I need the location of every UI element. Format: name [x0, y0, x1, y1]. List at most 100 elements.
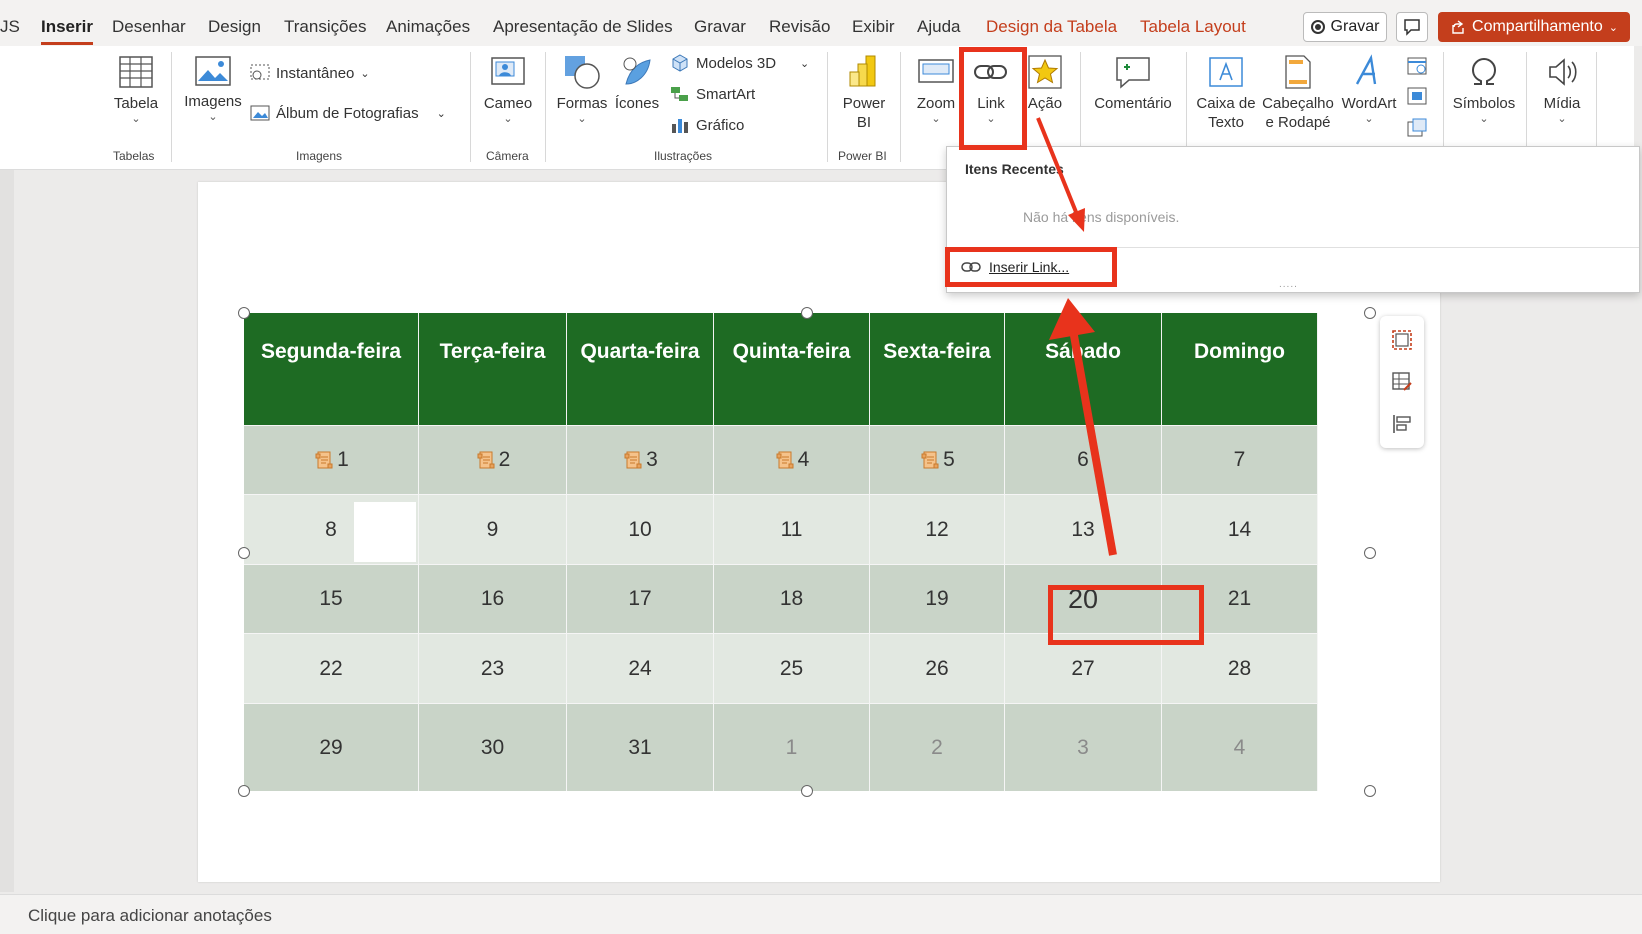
resize-handle-top-left[interactable] — [238, 307, 250, 319]
resize-handle-bottom[interactable] — [801, 785, 813, 797]
table-cell[interactable]: 18 — [714, 564, 870, 633]
table-cell[interactable]: 3 — [1005, 703, 1162, 791]
3d-models-button[interactable]: Modelos 3D ⌄ — [670, 53, 809, 73]
notes-pane[interactable]: Clique para adicionar anotações — [0, 894, 1642, 934]
cell-value: 27 — [1071, 656, 1095, 680]
table-cell[interactable]: 2 — [870, 703, 1005, 791]
table-cell[interactable]: 2 — [419, 425, 567, 494]
table-layout-icon[interactable] — [1390, 412, 1414, 436]
table-header-cell[interactable]: Terça-feira — [419, 313, 567, 425]
shapes-button[interactable]: Formas ⌄ — [554, 54, 610, 125]
tab-transicoes[interactable]: Transições — [284, 17, 367, 37]
table-select-icon[interactable] — [1390, 328, 1414, 352]
table-cell[interactable]: 28 — [1162, 633, 1318, 703]
resize-handle-right[interactable] — [1364, 547, 1376, 559]
zoom-button[interactable]: Zoom ⌄ — [908, 54, 964, 125]
resize-handle-top[interactable] — [801, 307, 813, 319]
tab-inserir[interactable]: Inserir — [41, 17, 93, 45]
smartart-button[interactable]: SmartArt — [670, 85, 755, 103]
resize-grip[interactable]: ..... — [1279, 279, 1298, 290]
icons-button[interactable]: Ícones — [612, 54, 662, 113]
table-header-cell[interactable]: Segunda-feira — [244, 313, 419, 425]
table-cell[interactable]: 4 — [714, 425, 870, 494]
table-cell[interactable]: 1 — [714, 703, 870, 791]
tab-design-tabela[interactable]: Design da Tabela — [986, 17, 1117, 37]
table-cell[interactable]: 15 — [244, 564, 419, 633]
table-cell[interactable]: 9 — [419, 494, 567, 564]
table-header-cell[interactable]: Quinta-feira — [714, 313, 870, 425]
powerbi-button[interactable]: Power BI — [836, 54, 892, 132]
table-cell[interactable]: 26 — [870, 633, 1005, 703]
media-button[interactable]: Mídia ⌄ — [1532, 54, 1592, 125]
tab-animacoes[interactable]: Animações — [386, 17, 470, 37]
textbox-button[interactable]: Caixa de Texto — [1194, 54, 1258, 132]
table-cell[interactable]: 31 — [567, 703, 714, 791]
tab-desenhar[interactable]: Desenhar — [112, 17, 186, 37]
record-button[interactable]: Gravar — [1303, 12, 1387, 42]
table-cell[interactable]: 17 — [567, 564, 714, 633]
table-cell[interactable]: 11 — [714, 494, 870, 564]
tab-revisao[interactable]: Revisão — [769, 17, 830, 37]
cameo-button[interactable]: Cameo ⌄ — [480, 56, 536, 125]
table-cell[interactable]: 23 — [419, 633, 567, 703]
resize-handle-bottom-left[interactable] — [238, 785, 250, 797]
slide-number-icon — [1407, 87, 1427, 105]
table-style-icon[interactable] — [1390, 370, 1414, 394]
wordart-button[interactable]: WordArt ⌄ — [1338, 54, 1400, 125]
table-cell[interactable]: 29 — [244, 703, 419, 791]
table-cell[interactable]: 12 — [870, 494, 1005, 564]
symbols-button[interactable]: Símbolos ⌄ — [1448, 54, 1520, 125]
table-header-cell[interactable]: Sábado — [1005, 313, 1162, 425]
images-button[interactable]: Imagens ⌄ — [182, 54, 244, 123]
table-button[interactable]: Tabela ⌄ — [108, 54, 164, 125]
tab-gravar[interactable]: Gravar — [694, 17, 746, 37]
table-cell[interactable]: 6 — [1005, 425, 1162, 494]
table-header-cell[interactable]: Quarta-feira — [567, 313, 714, 425]
insert-link-menu-item[interactable]: Inserir Link... — [961, 259, 1069, 275]
table-cell[interactable]: 1 — [244, 425, 419, 494]
resize-handle-top-right[interactable] — [1364, 307, 1376, 319]
table-cell[interactable]: 13 — [1005, 494, 1162, 564]
tab-cut[interactable]: JS — [0, 17, 20, 37]
table-cell[interactable]: 20 — [1005, 564, 1162, 633]
tab-exibir[interactable]: Exibir — [852, 17, 895, 37]
table-cell[interactable]: 7 — [1162, 425, 1318, 494]
tab-ajuda[interactable]: Ajuda — [917, 17, 960, 37]
tab-tabela-layout[interactable]: Tabela Layout — [1140, 17, 1246, 37]
comment-button[interactable]: Comentário — [1088, 54, 1178, 113]
date-time-button[interactable] — [1406, 54, 1428, 76]
table-cell[interactable]: 14 — [1162, 494, 1318, 564]
table-cell[interactable]: 10 — [567, 494, 714, 564]
table-cell[interactable]: 30 — [419, 703, 567, 791]
tab-design[interactable]: Design — [208, 17, 261, 37]
table-cell[interactable]: 25 — [714, 633, 870, 703]
new-comment-icon — [1116, 57, 1150, 89]
tab-apresentacao[interactable]: Apresentação de Slides — [493, 17, 673, 37]
resize-handle-left[interactable] — [238, 547, 250, 559]
table-cell[interactable]: 24 — [567, 633, 714, 703]
header-footer-button[interactable]: Cabeçalho e Rodapé — [1260, 54, 1336, 132]
comments-button[interactable] — [1396, 12, 1428, 42]
action-button[interactable]: Ação — [1018, 54, 1072, 113]
group-label-images: Imagens — [296, 149, 343, 163]
photo-album-button[interactable]: Álbum de Fotografias ⌄ — [250, 104, 446, 122]
resize-handle-bottom-right[interactable] — [1364, 785, 1376, 797]
table-header-cell[interactable]: Domingo — [1162, 313, 1318, 425]
table-cell[interactable]: 4 — [1162, 703, 1318, 791]
table-cell[interactable]: 3 — [567, 425, 714, 494]
table-cell[interactable]: 27 — [1005, 633, 1162, 703]
table-header-cell[interactable]: Sexta-feira — [870, 313, 1005, 425]
slide-number-button[interactable] — [1406, 86, 1428, 106]
table-cell[interactable]: 21 — [1162, 564, 1318, 633]
record-label: Gravar — [1330, 18, 1380, 35]
table-cell[interactable]: 5 — [870, 425, 1005, 494]
chart-button[interactable]: Gráfico — [670, 116, 744, 134]
cell-value: 25 — [779, 656, 804, 680]
object-button[interactable] — [1406, 118, 1428, 138]
snapshot-button[interactable]: Instantâneo ⌄ — [250, 64, 370, 82]
table-cell[interactable]: 22 — [244, 633, 419, 703]
table-cell[interactable]: 19 — [870, 564, 1005, 633]
link-button[interactable]: Link ⌄ — [964, 54, 1018, 125]
table-cell[interactable]: 16 — [419, 564, 567, 633]
share-button[interactable]: Compartilhamento ⌄ — [1438, 12, 1630, 42]
